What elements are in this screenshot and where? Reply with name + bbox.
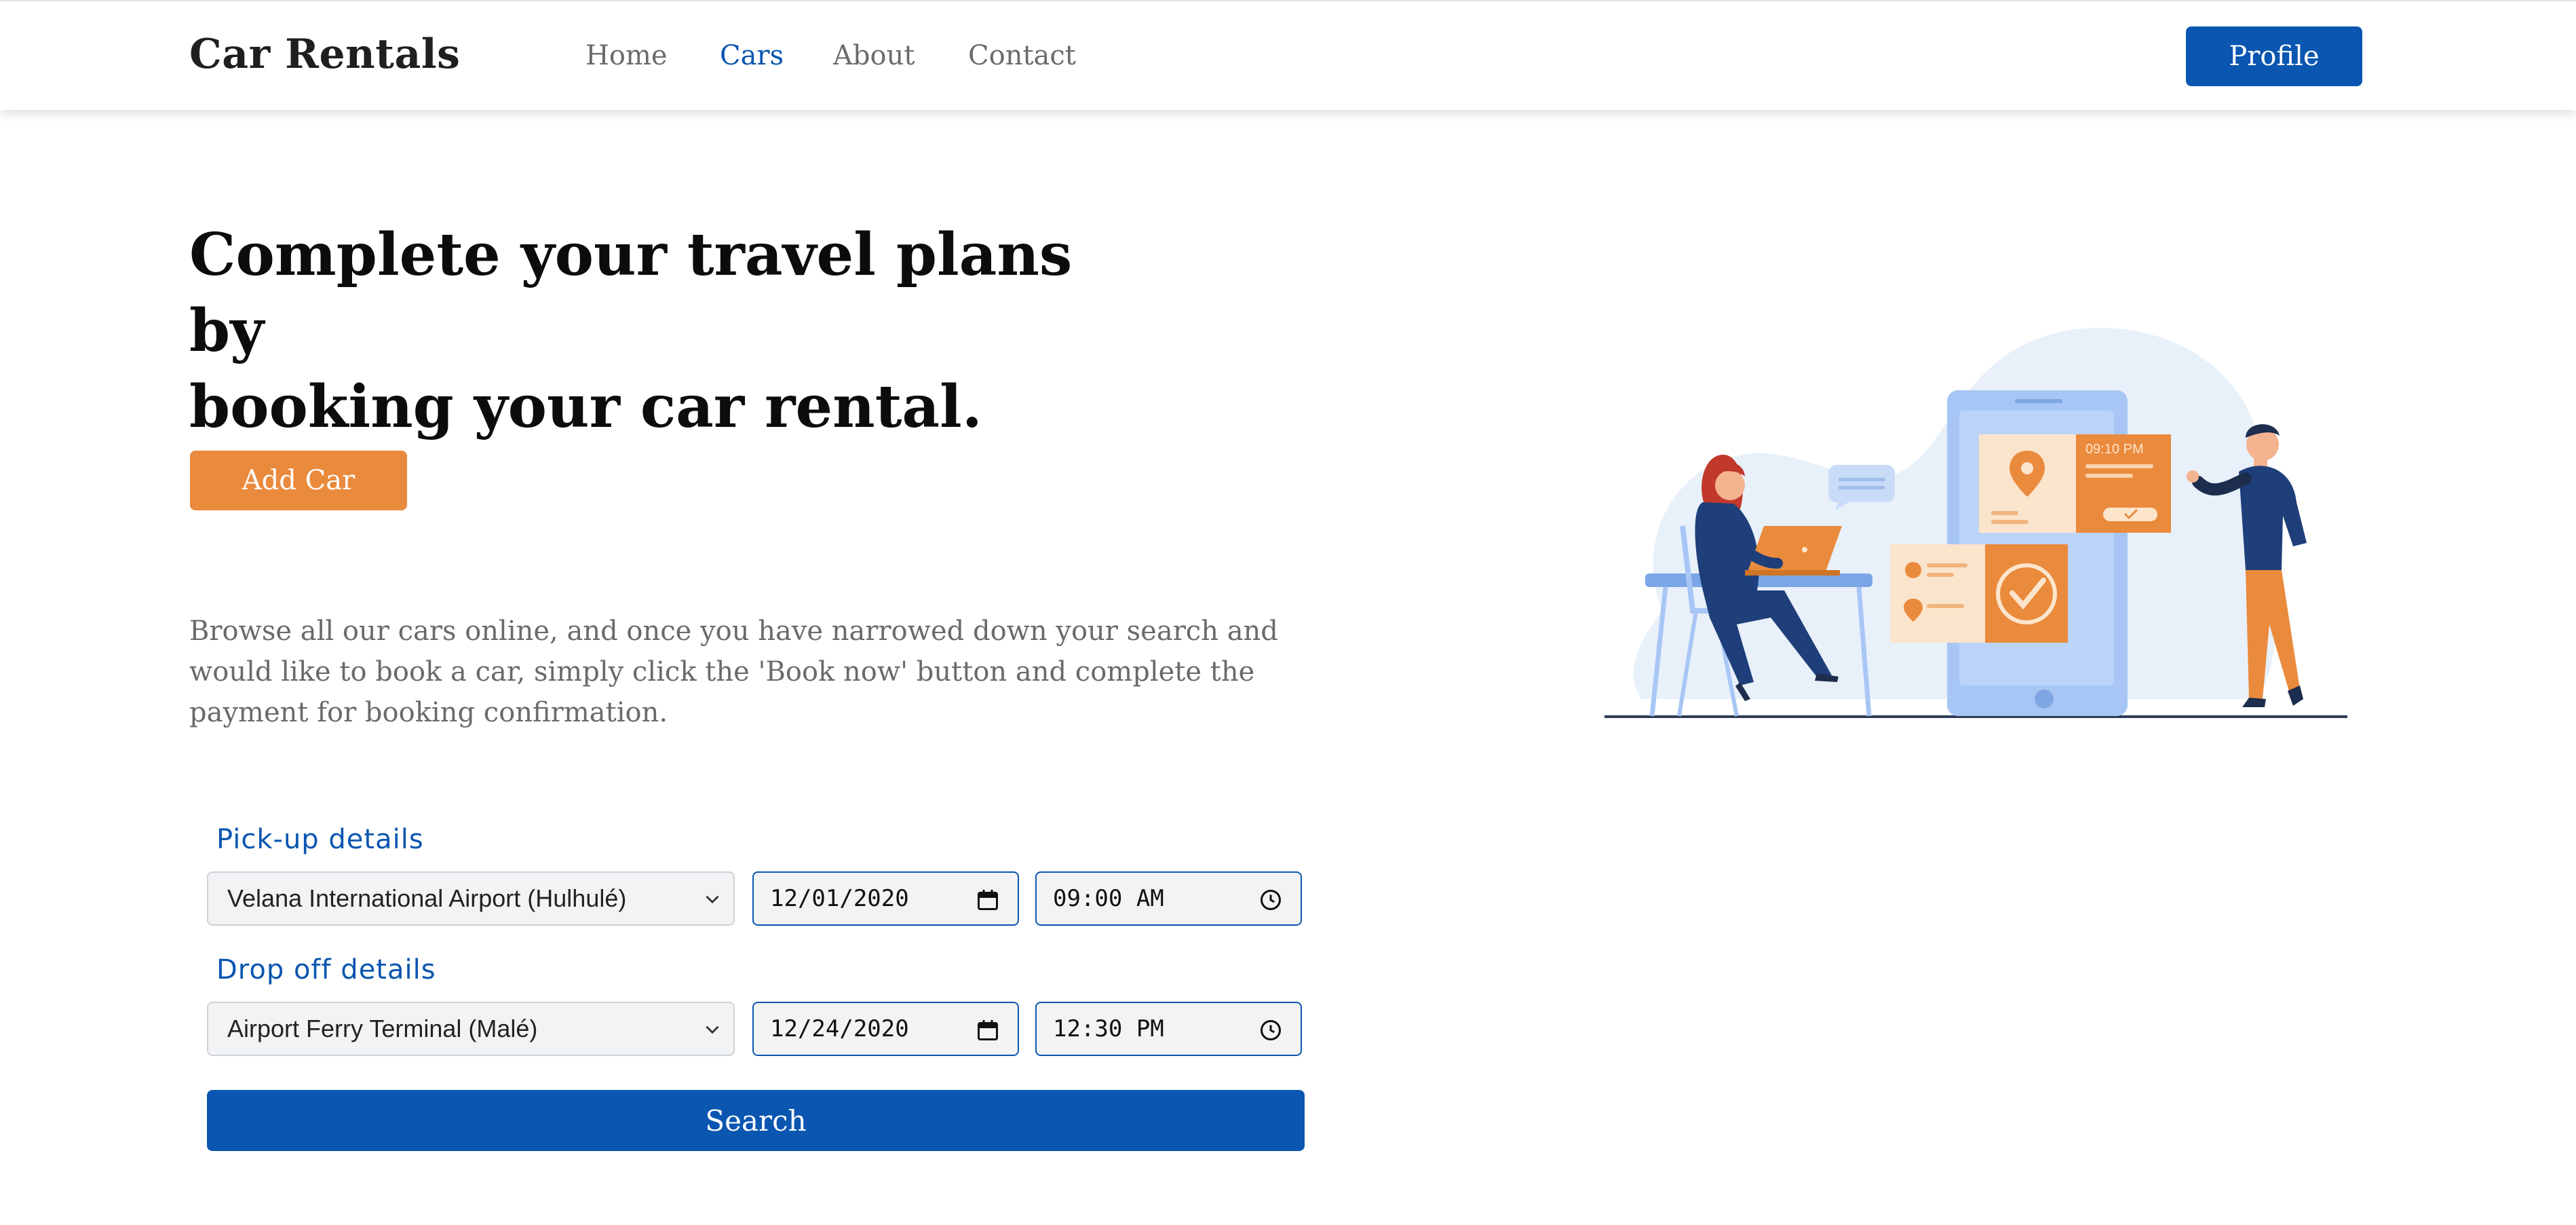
card-time-label: 09:10 PM xyxy=(2085,442,2144,457)
nav-link-home[interactable]: Home xyxy=(585,37,668,75)
pickup-date-value: 12/01/2020 xyxy=(770,885,909,912)
dropoff-location-value: Airport Ferry Terminal (Malé) xyxy=(227,1015,538,1042)
chevron-down-icon xyxy=(706,895,719,904)
headline-line-1: Complete your travel plans by xyxy=(189,221,1073,365)
brand-logo[interactable]: Car Rentals xyxy=(189,29,460,80)
dropoff-time-value: 12:30 PM xyxy=(1053,1015,1164,1042)
calendar-icon[interactable] xyxy=(976,1018,1000,1042)
nav-link-about[interactable]: About xyxy=(833,37,915,75)
search-button[interactable]: Search xyxy=(207,1090,1305,1151)
pickup-location-value: Velana International Airport (Hulhulé) xyxy=(227,884,627,912)
clock-icon[interactable] xyxy=(1258,888,1283,912)
chevron-down-icon xyxy=(706,1025,719,1034)
dropoff-date-input[interactable]: 12/24/2020 xyxy=(752,1002,1019,1056)
profile-button[interactable]: Profile xyxy=(2186,26,2362,86)
nav-link-contact[interactable]: Contact xyxy=(968,37,1076,75)
headline-line-2: booking your car rental. xyxy=(189,373,982,441)
calendar-icon[interactable] xyxy=(976,888,1000,912)
dropoff-date-value: 12/24/2020 xyxy=(770,1015,909,1042)
page-headline: Complete your travel plans by booking yo… xyxy=(189,217,1139,445)
dropoff-time-input[interactable]: 12:30 PM xyxy=(1035,1002,1302,1056)
pickup-time-input[interactable]: 09:00 AM xyxy=(1035,871,1302,926)
add-car-button[interactable]: Add Car xyxy=(190,451,407,510)
intro-paragraph: Browse all our cars online, and once you… xyxy=(189,616,1278,728)
clock-icon[interactable] xyxy=(1258,1018,1283,1042)
dropoff-location-select[interactable]: Airport Ferry Terminal (Malé) xyxy=(207,1002,735,1056)
nav-link-cars[interactable]: Cars xyxy=(720,37,784,75)
top-navbar: Car Rentals Home Cars About Contact Prof… xyxy=(0,0,2576,110)
pickup-location-select[interactable]: Velana International Airport (Hulhulé) xyxy=(207,871,735,926)
pickup-details-label: Pick-up details xyxy=(216,824,424,855)
pickup-time-value: 09:00 AM xyxy=(1053,885,1164,912)
booking-illustration: 09:10 PM xyxy=(1604,328,2347,718)
dropoff-details-label: Drop off details xyxy=(216,954,436,985)
pickup-date-input[interactable]: 12/01/2020 xyxy=(752,871,1019,926)
